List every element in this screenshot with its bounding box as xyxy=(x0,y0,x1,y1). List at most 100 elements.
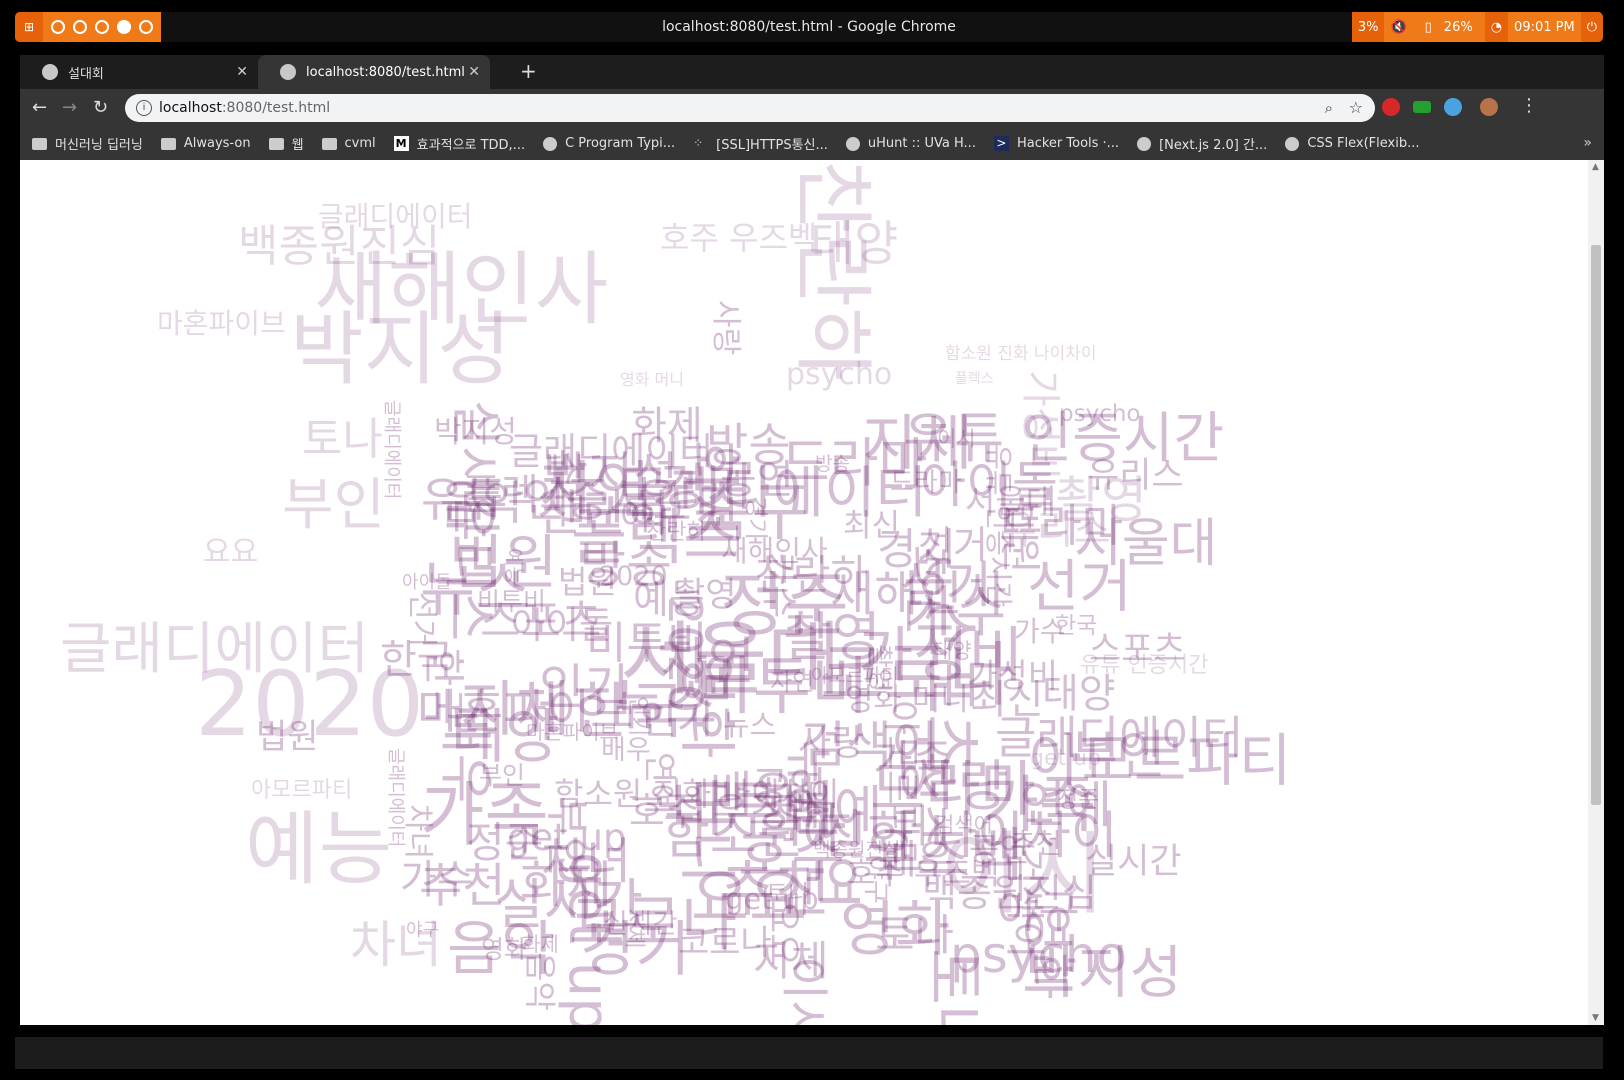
word-cloud-word: psycho xyxy=(786,357,893,392)
site-info-icon[interactable]: i xyxy=(136,100,152,116)
system-tray: 3% 🔇 ▯ 26% ◔ 09:01 PM ⏻ xyxy=(1351,12,1603,42)
tab-localhost[interactable]: localhost:8080/test.html ✕ xyxy=(258,55,490,89)
tab-label: localhost:8080/test.html xyxy=(306,64,465,80)
word-cloud-word: 아모르파티 xyxy=(1029,728,1292,794)
bookmark-item[interactable]: cvml xyxy=(321,136,376,151)
bookmark-item[interactable]: C Program Typi... xyxy=(543,136,675,151)
adblock-extension-icon[interactable] xyxy=(1382,98,1400,116)
battery-indicator[interactable]: ▯ 26% xyxy=(1413,12,1485,42)
word-cloud-word: 토나 xyxy=(917,948,990,1025)
dots-icon: ⁘ xyxy=(693,136,704,150)
bookmark-item[interactable]: 웹 xyxy=(268,134,304,153)
bookmark-item[interactable]: > Hacker Tools ·... xyxy=(993,136,1120,151)
folder-icon xyxy=(268,137,284,150)
globe-icon xyxy=(42,64,58,80)
bookmark-item[interactable]: uHunt :: UVa H... xyxy=(845,136,976,151)
word-cloud-word: 사랑 xyxy=(708,300,743,356)
tab-label: 설대회 xyxy=(68,66,104,82)
globe-icon xyxy=(280,64,296,80)
word-cloud-word: 영화 머니 xyxy=(620,370,684,389)
word-cloud-word: 야구 xyxy=(406,920,440,941)
forward-icon[interactable]: → xyxy=(62,97,77,118)
battery-percent: 26% xyxy=(1443,19,1473,35)
word-cloud-word: 부인 xyxy=(541,796,592,877)
close-tab-icon[interactable]: ✕ xyxy=(468,64,480,80)
bookmark-item[interactable]: Always-on xyxy=(160,136,251,151)
scroll-thumb[interactable] xyxy=(1591,245,1601,805)
word-cloud-word: 글래디에이터 xyxy=(385,748,406,848)
wifi-icon[interactable]: ◔ xyxy=(1484,12,1509,42)
word-cloud-word: 예능 xyxy=(633,578,705,623)
word-cloud-word: 아이돌 xyxy=(511,604,614,647)
new-tab-button[interactable]: + xyxy=(520,59,537,83)
bookmark-label: 머신러닝 딥러닝 xyxy=(55,138,143,153)
word-cloud-word: 가성비 xyxy=(967,656,1059,695)
bookmark-label: [SSL]HTTPS통신... xyxy=(716,138,828,153)
word-cloud-word: 박지성 xyxy=(543,447,679,504)
bookmark-item[interactable]: 머신러닝 딥러닝 xyxy=(32,134,143,153)
profile-avatar-icon[interactable] xyxy=(1480,98,1498,116)
folder-icon xyxy=(321,137,337,150)
close-tab-icon[interactable]: ✕ xyxy=(236,64,248,80)
word-cloud-word: 찬란하 xyxy=(755,551,869,599)
vertical-scrollbar[interactable]: ▲ ▼ xyxy=(1588,160,1604,1025)
address-bar[interactable]: i localhost:8080/test.html ⌕ ☆ xyxy=(125,94,1375,122)
word-cloud-word: 뉴스 xyxy=(780,744,836,833)
word-cloud-word: 마혼파이브 xyxy=(157,307,286,340)
back-icon[interactable]: ← xyxy=(32,97,47,118)
word-cloud-word: 선거 xyxy=(404,592,439,648)
bookmark-label: Always-on xyxy=(183,136,251,151)
word-cloud-word: 영화 xyxy=(481,935,528,964)
word-cloud-word: 경기 xyxy=(877,525,957,575)
globe-icon xyxy=(1137,136,1152,151)
bookmark-item[interactable]: [Next.js 2.0] 간... xyxy=(1137,134,1267,153)
word-cloud-word: 코로나 xyxy=(678,923,772,963)
word-cloud-word: 음악 xyxy=(521,952,559,1011)
scroll-up-icon[interactable]: ▲ xyxy=(1592,162,1599,172)
word-cloud-word: 가수 xyxy=(1014,615,1066,648)
tab-seoldaehoe[interactable]: 설대회 ✕ xyxy=(20,55,258,89)
word-cloud: 글래디에이터 백종원진심 마혼파이브 새해인사 박지성 호주 우즈벡 태양 찬란하 psycho… xyxy=(20,160,1588,1025)
word-cloud-word: 법원 xyxy=(558,563,617,601)
word-cloud-word: 법원 xyxy=(256,717,319,757)
word-cloud-word: 찬란하 xyxy=(786,160,879,381)
terminal-icon: > xyxy=(993,136,1009,151)
power-icon[interactable]: ⏻ xyxy=(1580,12,1603,42)
word-cloud-word: 스포츠 xyxy=(1089,630,1186,670)
bookmark-label: cvml xyxy=(344,136,376,151)
word-cloud-word: 함소원 진화 나이차이 xyxy=(945,344,1097,364)
word-cloud-word: 정준 xyxy=(466,818,544,867)
menu-kebab-icon[interactable]: ⋮ xyxy=(1520,95,1538,116)
bookmark-item[interactable]: CSS Flex(Flexib... xyxy=(1285,136,1419,151)
word-cloud-word: 유리스 xyxy=(1087,456,1184,496)
clock[interactable]: 09:01 PM xyxy=(1508,12,1581,42)
word-cloud-word: 박지성 xyxy=(434,415,517,450)
more-bookmarks-icon[interactable]: » xyxy=(1583,135,1592,151)
zoom-icon[interactable]: ⌕ xyxy=(1325,94,1333,122)
globe-icon xyxy=(1285,136,1300,151)
word-cloud-word: get up xyxy=(725,882,819,916)
tab-strip: 설대회 ✕ localhost:8080/test.html ✕ + xyxy=(20,55,1604,89)
bookmark-label: Hacker Tools ·... xyxy=(1016,136,1120,151)
browser-chrome: 설대회 ✕ localhost:8080/test.html ✕ + ← → ↻… xyxy=(20,55,1604,160)
word-cloud-word: 예능 xyxy=(245,803,393,896)
word-cloud-word: 비투비 xyxy=(695,650,869,723)
bookmark-label: C Program Typi... xyxy=(565,136,676,151)
bookmark-item[interactable]: M 효과적으로 TDD,... xyxy=(393,134,526,153)
reload-icon[interactable]: ↻ xyxy=(93,97,108,118)
page-viewport: 글래디에이터 백종원진심 마혼파이브 새해인사 박지성 호주 우즈벡 태양 찬란하 psycho… xyxy=(20,160,1604,1025)
bookmark-item[interactable]: ⁘ [SSL]HTTPS통신... xyxy=(693,134,828,153)
globe-icon xyxy=(845,136,860,151)
bookmark-label: CSS Flex(Flexib... xyxy=(1307,136,1420,151)
word-cloud-word: 드라마 xyxy=(999,499,1124,552)
bottom-panel xyxy=(15,1037,1603,1069)
battery-icon: ▯ xyxy=(1424,19,1432,35)
mute-icon[interactable]: 🔇 xyxy=(1384,12,1412,42)
checkmark-extension-icon[interactable] xyxy=(1444,98,1462,116)
scroll-down-icon[interactable]: ▼ xyxy=(1592,1013,1599,1023)
word-cloud-word: 지체 xyxy=(862,409,973,479)
bookmark-label: 효과적으로 TDD,... xyxy=(416,138,526,153)
battery-low-indicator: 3% xyxy=(1351,12,1385,42)
ac-extension-icon[interactable] xyxy=(1413,101,1431,113)
bookmark-star-icon[interactable]: ☆ xyxy=(1349,94,1363,122)
